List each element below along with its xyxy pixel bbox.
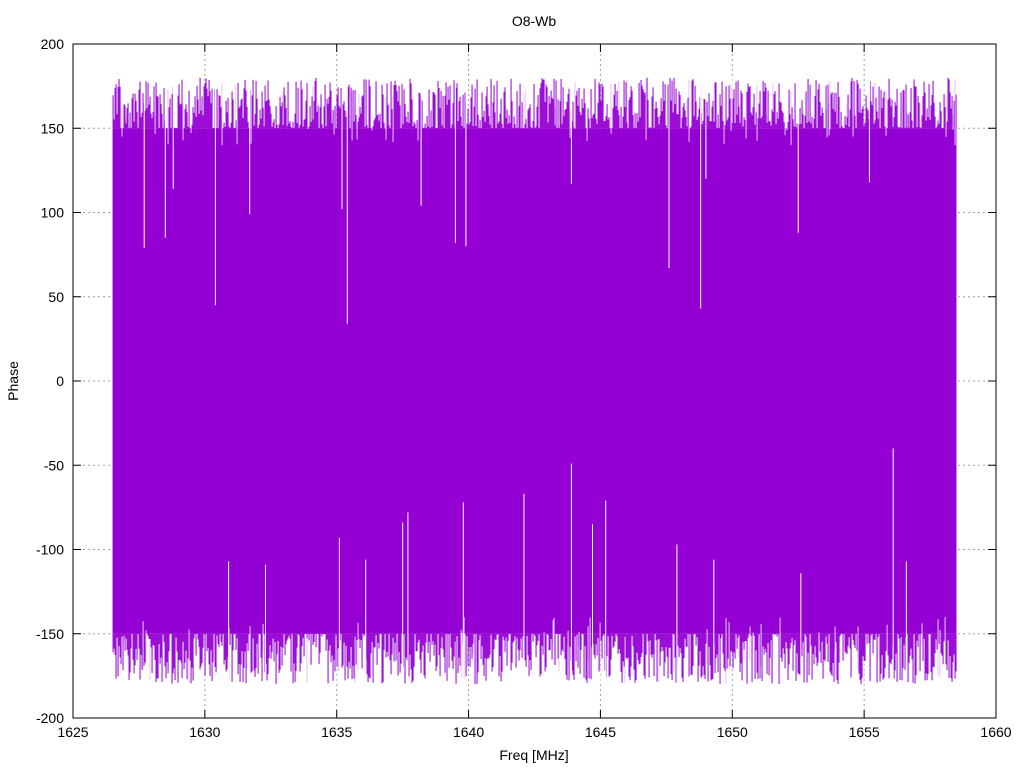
phase-body	[112, 128, 957, 634]
y-tick-label: 200	[41, 36, 65, 52]
x-tick-label: 1625	[57, 724, 88, 740]
y-tick-label: -150	[36, 626, 64, 642]
x-tick-label: 1645	[585, 724, 616, 740]
chart-title: O8-Wb	[512, 13, 557, 29]
x-axis-label: Freq [MHz]	[499, 747, 568, 763]
x-tick-label: 1635	[321, 724, 352, 740]
phase-chart: O8-Wb 1625 1630 1635 1640 1645 1650 1655 1660 -2…	[5, 13, 1012, 763]
y-tick-label: 150	[41, 120, 65, 136]
x-tick-label: 1640	[453, 724, 484, 740]
y-axis-label: Phase	[5, 361, 21, 401]
y-tick-label: 0	[56, 373, 64, 389]
y-tick-label: 50	[48, 289, 64, 305]
series-phase	[112, 77, 957, 685]
y-tick-label: -200	[36, 710, 64, 726]
y-tick-label: -50	[44, 457, 64, 473]
x-tick-label: 1630	[189, 724, 220, 740]
x-tick-label: 1655	[849, 724, 880, 740]
x-tick-label: 1650	[717, 724, 748, 740]
y-tick-label: -100	[36, 542, 64, 558]
x-tick-label: 1660	[980, 724, 1011, 740]
y-tick-label: 100	[41, 205, 65, 221]
